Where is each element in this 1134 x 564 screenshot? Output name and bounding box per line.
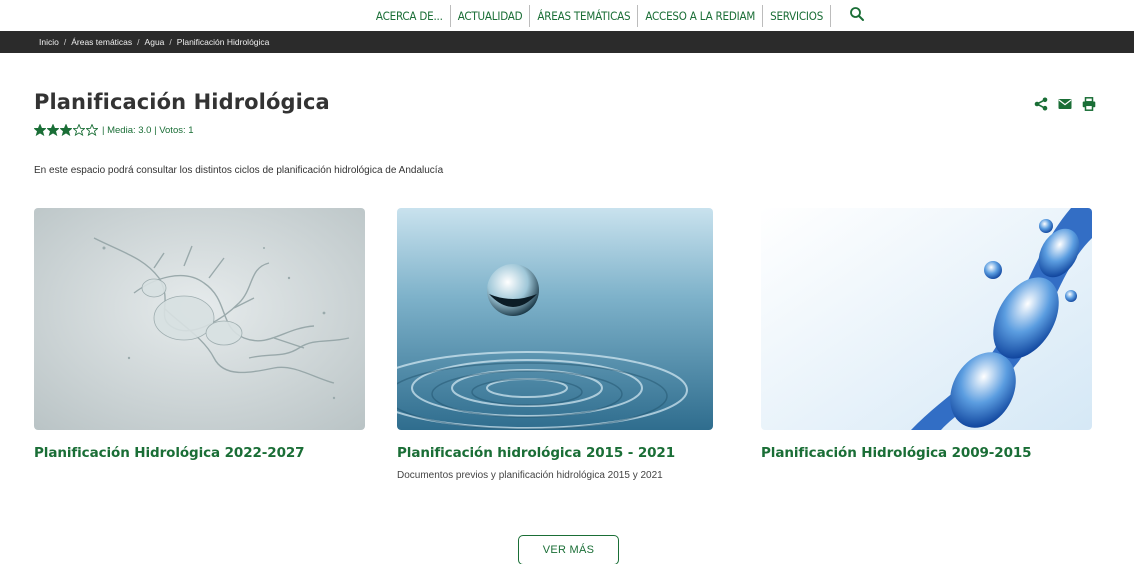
card-title[interactable]: Planificación Hidrológica 2022-2027 — [34, 445, 365, 461]
card-title[interactable]: Planificación hidrológica 2015 - 2021 — [397, 445, 713, 461]
star-filled-icon[interactable] — [34, 124, 46, 136]
print-icon[interactable] — [1081, 96, 1097, 112]
nav-item-servicios[interactable]: SERVICIOS — [763, 4, 832, 27]
nav-item-actualidad[interactable]: ACTUALIDAD — [451, 4, 531, 27]
card-title[interactable]: Planificación Hidrológica 2009-2015 — [761, 445, 1092, 461]
share-icon[interactable] — [1033, 96, 1049, 112]
rating: | Media: 3.0 | Votos: 1 — [34, 124, 194, 136]
card-2015-2021: Planificación hidrológica 2015 - 2021 Do… — [397, 208, 713, 481]
nav-items: ACERCA DE... ACTUALIDAD ÁREAS TEMÁTICAS … — [369, 4, 869, 27]
rating-stars — [34, 124, 99, 136]
breadcrumb-agua[interactable]: Agua — [145, 37, 165, 47]
star-filled-icon[interactable] — [47, 124, 59, 136]
card-2009-2015: Planificación Hidrológica 2009-2015 — [761, 208, 1092, 461]
card-image-water-splash[interactable] — [34, 208, 365, 430]
breadcrumb-separator: / — [63, 37, 67, 47]
intro-text: En este espacio podrá consultar los dist… — [34, 165, 444, 176]
card-2022-2027: Planificación Hidrológica 2022-2027 — [34, 208, 365, 461]
breadcrumb-areas-tematicas[interactable]: Áreas temáticas — [71, 37, 132, 47]
page-actions — [1033, 96, 1097, 112]
star-empty-icon[interactable] — [86, 124, 98, 136]
mail-icon[interactable] — [1057, 96, 1073, 112]
ver-mas-button[interactable]: VER MÁS — [518, 535, 619, 564]
breadcrumb-current: Planificación Hidrológica — [176, 37, 270, 47]
nav-item-areas-tematicas[interactable]: ÁREAS TEMÁTICAS — [530, 4, 639, 27]
breadcrumb-separator: / — [169, 37, 172, 47]
card-description: Documentos previos y planificación hidro… — [397, 470, 663, 481]
star-filled-icon[interactable] — [60, 124, 72, 136]
card-image-water-bubbles[interactable] — [761, 208, 1092, 430]
card-image-water-drop[interactable] — [397, 208, 713, 430]
search-icon[interactable] — [849, 6, 869, 26]
breadcrumb-inicio[interactable]: Inicio — [39, 37, 59, 47]
nav-item-acceso-rediam[interactable]: ACCESO A LA REDIAM — [638, 4, 764, 27]
top-navigation: ACERCA DE... ACTUALIDAD ÁREAS TEMÁTICAS … — [0, 0, 1134, 31]
page-title: Planificación Hidrológica — [34, 90, 330, 114]
nav-item-acerca[interactable]: ACERCA DE... — [369, 4, 451, 27]
breadcrumb-separator: / — [137, 37, 140, 47]
star-empty-icon[interactable] — [73, 124, 85, 136]
breadcrumb: Inicio / Áreas temáticas / Agua / Planif… — [0, 31, 1134, 53]
rating-summary: | Media: 3.0 | Votos: 1 — [102, 124, 194, 136]
